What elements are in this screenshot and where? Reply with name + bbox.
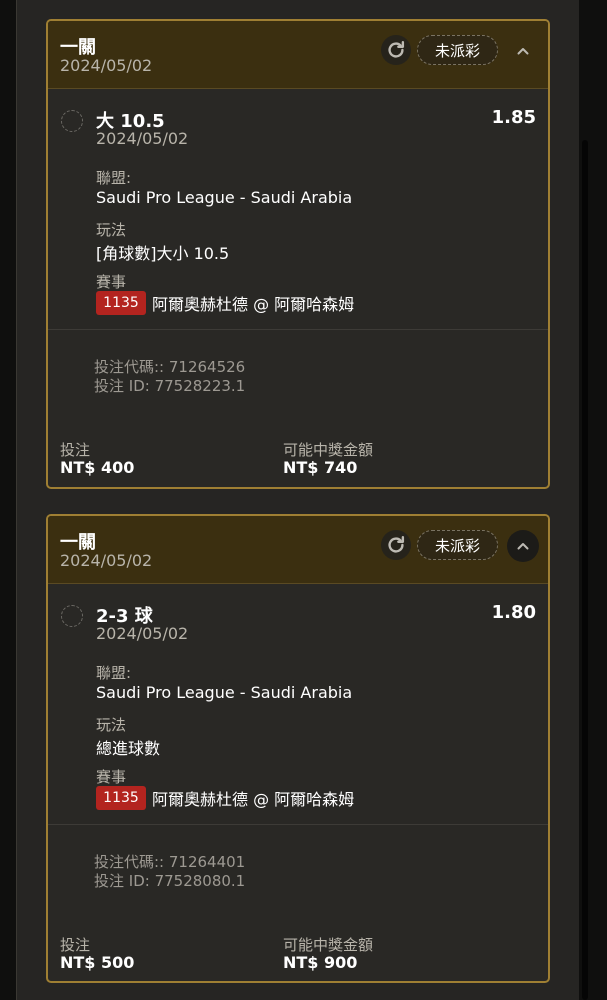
bet-card-header[interactable]: 一關 2024/05/02 未派彩: [48, 21, 548, 89]
event-id-badge: 1135: [96, 786, 146, 810]
bet-date: 2024/05/02: [96, 129, 189, 148]
chevron-up-icon: [517, 543, 529, 550]
stake-label: 投注: [60, 936, 91, 954]
event-value: 阿爾奧赫杜德 @ 阿爾哈森姆: [152, 790, 355, 809]
select-radio[interactable]: [61, 110, 83, 132]
collapse-button[interactable]: [507, 35, 539, 67]
event-row: 1135 阿爾奧赫杜德 @ 阿爾哈森姆: [96, 291, 354, 315]
bet-card-header[interactable]: 一關 2024/05/02 未派彩: [48, 516, 548, 584]
stake-value: NT$ 500: [60, 953, 135, 972]
play-label: 玩法: [96, 716, 127, 734]
play-value: [角球數]大小 10.5: [96, 244, 230, 263]
bet-header-date: 2024/05/02: [60, 56, 153, 75]
play-label: 玩法: [96, 221, 127, 239]
scrollbar[interactable]: [582, 140, 588, 1000]
league-label: 聯盟:: [96, 169, 132, 187]
event-id-badge: 1135: [96, 291, 146, 315]
league-value: Saudi Pro League - Saudi Arabia: [96, 188, 353, 207]
refresh-button[interactable]: [381, 35, 411, 65]
event-label: 賽事: [96, 768, 127, 786]
bet-code: 投注代碼:: 71264526: [94, 358, 246, 376]
bet-card: 一關 2024/05/02 未派彩 2-3 球 1.80 2024/05/02 …: [46, 514, 550, 983]
play-value: 總進球數: [96, 739, 161, 758]
league-label: 聯盟:: [96, 664, 132, 682]
payout-label: 可能中獎金額: [283, 441, 374, 459]
left-gutter: [0, 0, 16, 1000]
bet-id: 投注 ID: 77528223.1: [94, 377, 246, 395]
bet-code: 投注代碼:: 71264401: [94, 853, 246, 871]
stake-value: NT$ 400: [60, 458, 135, 477]
refresh-icon: [388, 41, 405, 58]
status-badge: 未派彩: [417, 35, 498, 65]
payout-label: 可能中獎金額: [283, 936, 374, 954]
bet-card: 一關 2024/05/02 未派彩 大 10.5 1.85 2024/05/02…: [46, 19, 550, 489]
bet-header-date: 2024/05/02: [60, 551, 153, 570]
bet-date: 2024/05/02: [96, 624, 189, 643]
event-row: 1135 阿爾奧赫杜德 @ 阿爾哈森姆: [96, 786, 354, 810]
refresh-icon: [388, 536, 405, 553]
payout-value: NT$ 900: [283, 953, 358, 972]
event-label: 賽事: [96, 273, 127, 291]
refresh-button[interactable]: [381, 530, 411, 560]
select-radio[interactable]: [61, 605, 83, 627]
chevron-up-icon: [517, 48, 529, 55]
bet-id: 投注 ID: 77528080.1: [94, 872, 246, 890]
divider: [48, 824, 548, 825]
bet-odds: 1.80: [491, 602, 536, 623]
bet-odds: 1.85: [491, 107, 536, 128]
bet-history-screen: 一關 2024/05/02 未派彩 大 10.5 1.85 2024/05/02…: [0, 0, 607, 1000]
status-badge: 未派彩: [417, 530, 498, 560]
event-value: 阿爾奧赫杜德 @ 阿爾哈森姆: [152, 295, 355, 314]
stake-label: 投注: [60, 441, 91, 459]
payout-value: NT$ 740: [283, 458, 358, 477]
collapse-button[interactable]: [507, 530, 539, 562]
divider: [48, 329, 548, 330]
league-value: Saudi Pro League - Saudi Arabia: [96, 683, 353, 702]
